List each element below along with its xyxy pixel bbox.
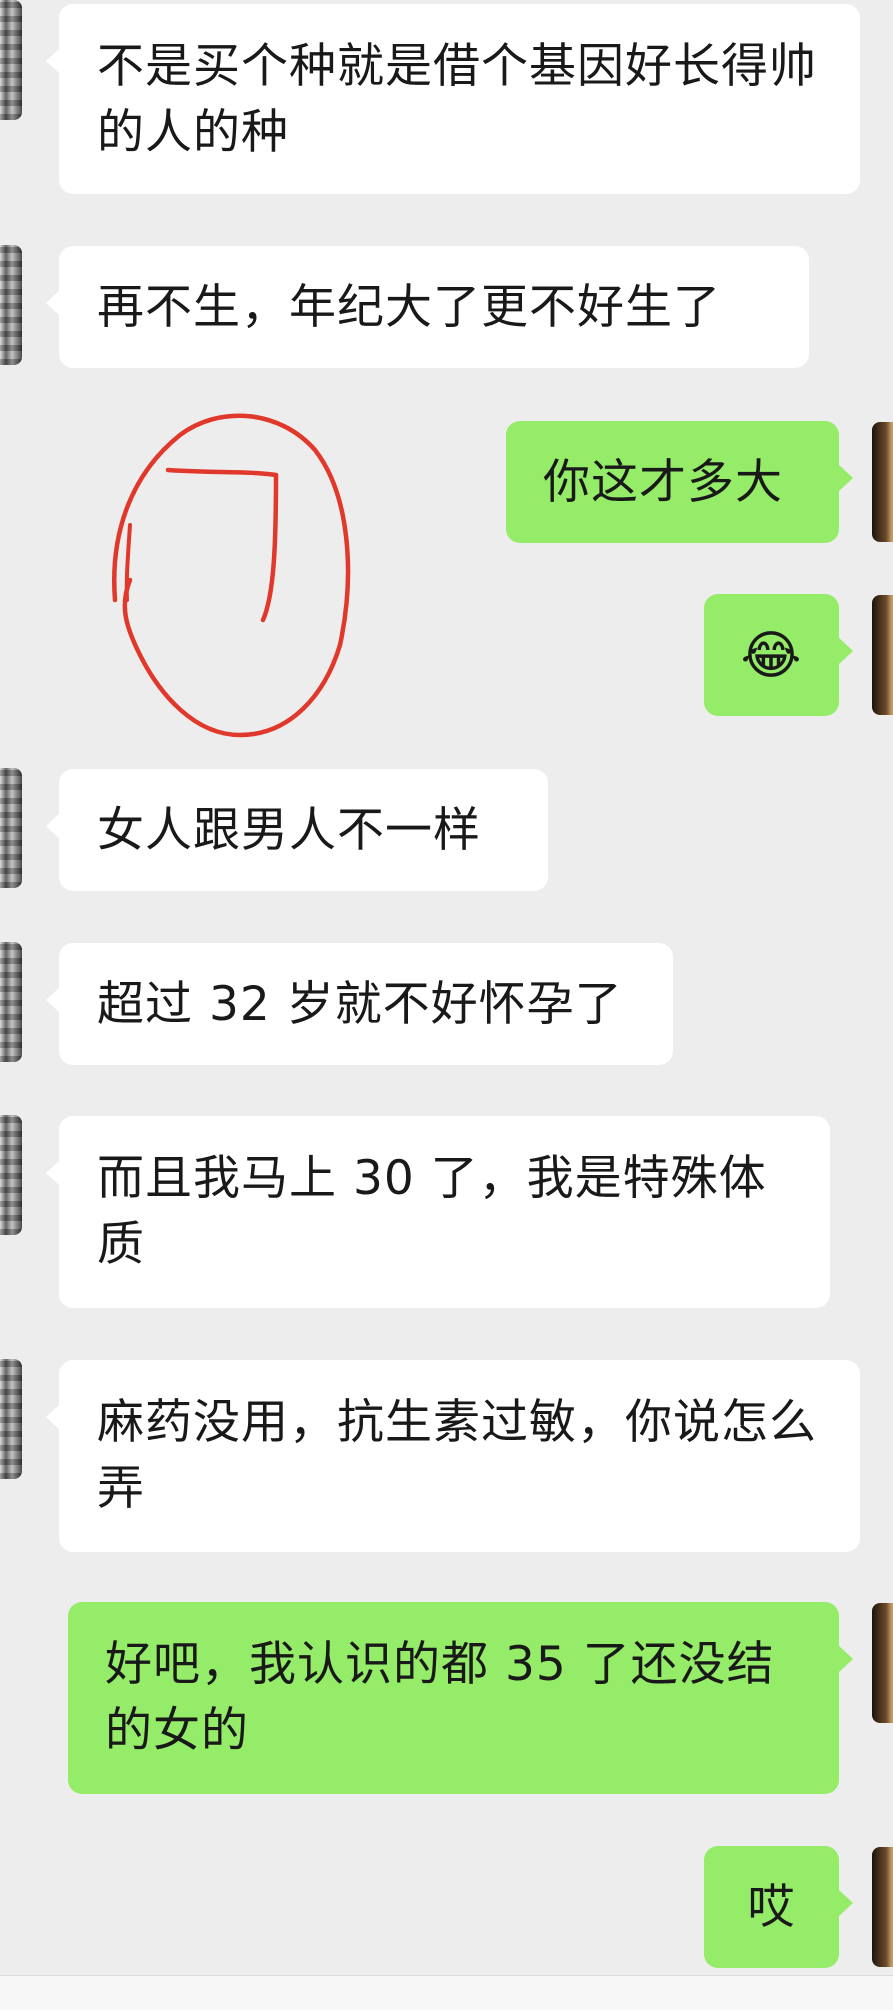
contact-avatar[interactable] [0,245,22,365]
my-avatar[interactable] [872,1847,893,1967]
contact-avatar[interactable] [0,942,22,1062]
my-avatar[interactable] [872,422,893,542]
incoming-message[interactable]: 超过 32 岁就不好怀孕了 [46,943,673,1065]
message-text: 麻药没用，抗生素过敏，你说怎么弄 [97,1395,817,1516]
incoming-message[interactable]: 麻药没用，抗生素过敏，你说怎么弄 [46,1360,860,1552]
incoming-message[interactable]: 女人跟男人不一样 [46,769,548,891]
contact-avatar[interactable] [0,1359,22,1479]
contact-avatar[interactable] [0,768,22,888]
message-text: 不是买个种就是借个基因好长得帅的人的种 [97,39,817,160]
hand-drawn-annotation [112,413,351,738]
incoming-message[interactable]: 再不生，年纪大了更不好生了 [46,246,809,368]
tears-of-joy-emoji: 😂 [740,626,803,686]
outgoing-message[interactable]: 好吧，我认识的都 35 了还没结的女的 [68,1602,853,1794]
incoming-message[interactable]: 不是买个种就是借个基因好长得帅的人的种 [46,4,860,194]
outgoing-message[interactable]: 哎 [704,1846,853,1968]
my-avatar[interactable] [872,595,893,715]
contact-avatar[interactable] [0,0,22,120]
message-text: 而且我马上 30 了，我是特殊体质 [97,1151,767,1272]
message-text: 哎 [747,1880,796,1935]
message-text: 女人跟男人不一样 [97,803,481,858]
message-text: 超过 32 岁就不好怀孕了 [97,977,623,1032]
message-text: 你这才多大 [543,455,783,510]
message-text: 再不生，年纪大了更不好生了 [97,280,721,335]
contact-avatar[interactable] [0,1115,22,1235]
chat-conversation: 不是买个种就是借个基因好长得帅的人的种 再不生，年纪大了更不好生了 你这才多大 … [0,0,893,2010]
input-bar [0,1975,893,2010]
incoming-message[interactable]: 而且我马上 30 了，我是特殊体质 [46,1116,830,1308]
message-text: 好吧，我认识的都 35 了还没结的女的 [105,1637,775,1758]
outgoing-message[interactable]: 😂 [704,594,853,716]
my-avatar[interactable] [872,1603,893,1723]
outgoing-message[interactable]: 你这才多大 [506,421,853,543]
